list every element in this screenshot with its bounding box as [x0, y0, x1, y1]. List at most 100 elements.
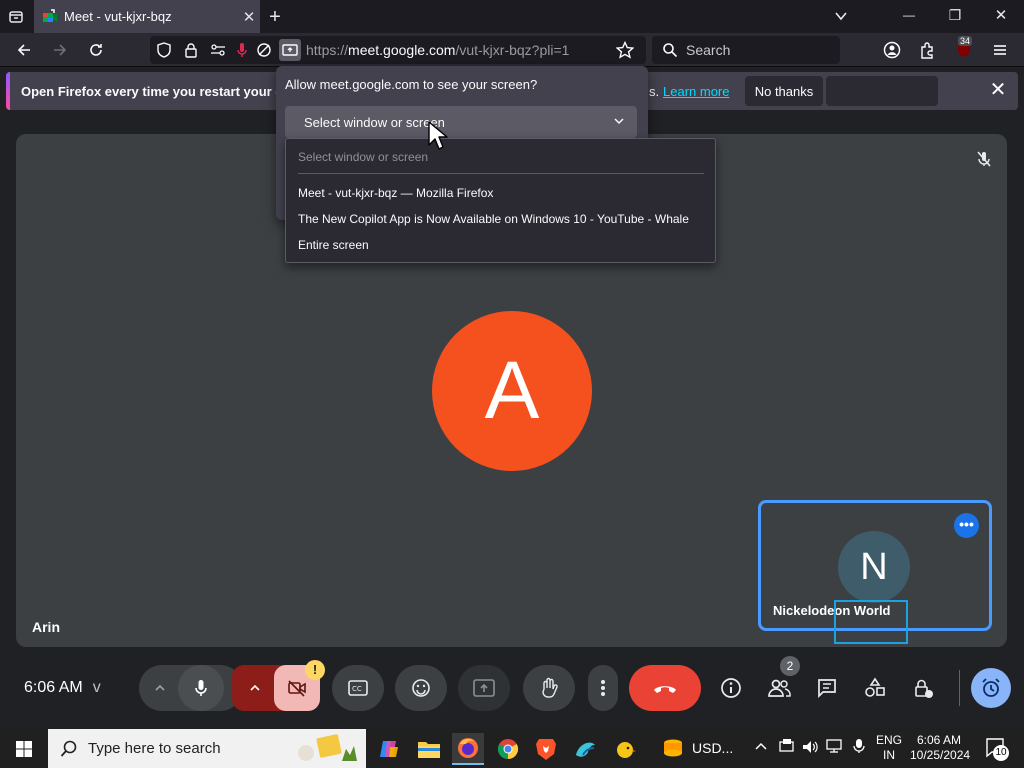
participant-avatar: A	[432, 311, 592, 471]
url-scheme: https://	[306, 42, 349, 58]
learn-more-link[interactable]: Learn more	[663, 84, 729, 99]
activities-icon[interactable]	[856, 665, 894, 711]
url-host: meet.google.com	[348, 42, 456, 58]
window-select-dropdown: Select window or screen Meet - vut-kjxr-…	[285, 138, 716, 263]
show-hidden-icons-chevron-icon[interactable]	[754, 740, 768, 754]
taskbar-date: 10/25/2024	[910, 748, 971, 762]
set-default-button[interactable]	[826, 76, 938, 106]
taskbar-search-icon	[60, 740, 78, 758]
more-options-button[interactable]	[588, 665, 618, 711]
lock-icon[interactable]	[183, 42, 199, 58]
windows-start-icon[interactable]	[8, 733, 40, 765]
tile-more-options-button[interactable]: •••	[954, 513, 979, 538]
new-tab-button[interactable]: +	[264, 5, 286, 29]
reactions-button[interactable]	[395, 665, 447, 711]
extension-badge: 34	[958, 36, 973, 46]
share-prompt-title: Allow meet.google.com to see your screen…	[285, 77, 538, 92]
permissions-icon[interactable]	[210, 42, 226, 58]
url-path: /vut-kjxr-bqz?pli=1	[455, 42, 570, 58]
search-bar[interactable]: Search	[652, 36, 840, 64]
menu-hamburger-icon[interactable]	[986, 36, 1014, 64]
search-highlight-illustration-icon	[296, 731, 360, 765]
url-bar[interactable]: https://meet.google.com/vut-kjxr-bqz?pli…	[150, 36, 646, 64]
tab-title: Meet - vut-kjxr-bqz	[64, 9, 172, 24]
close-window-button[interactable]: ✕	[990, 4, 1012, 26]
people-count-badge: 2	[780, 656, 800, 676]
account-icon[interactable]	[878, 36, 906, 64]
restore-button[interactable]: ❐	[944, 4, 966, 26]
extensions-puzzle-icon[interactable]	[914, 36, 942, 64]
self-avatar: N	[838, 531, 910, 603]
taskbar-clock[interactable]: 6:06 AM 10/25/2024	[910, 733, 971, 763]
chat-icon[interactable]	[808, 665, 846, 711]
mouse-cursor-icon	[428, 121, 448, 151]
notification-accent-stripe	[6, 72, 10, 110]
meet-favicon-icon	[42, 8, 58, 25]
microphone-button[interactable]	[178, 665, 224, 711]
timer-alarm-button[interactable]	[971, 668, 1011, 708]
video-options-chevron-icon[interactable]	[240, 665, 270, 711]
present-screen-button[interactable]	[458, 665, 510, 711]
forward-button[interactable]	[46, 36, 74, 64]
captions-button[interactable]: CC	[332, 665, 384, 711]
option-youtube-whale-window[interactable]: The New Copilot App is Now Available on …	[298, 212, 689, 226]
notification-count-badge: 10	[993, 745, 1009, 761]
tab-overview-icon[interactable]	[4, 5, 28, 29]
chick-app-icon[interactable]	[609, 733, 641, 765]
taskbar-search-box[interactable]: Type here to search	[48, 729, 366, 768]
notification-message: Open Firefox every time you restart your…	[21, 83, 303, 99]
camera-blocked-icon[interactable]	[256, 42, 272, 58]
language-region: IN	[883, 748, 895, 762]
list-all-tabs-chevron-icon[interactable]	[830, 5, 852, 27]
window-or-screen-select[interactable]: Select window or screen	[285, 106, 637, 138]
microphone-in-use-icon[interactable]	[852, 738, 866, 754]
option-entire-screen[interactable]: Entire screen	[298, 238, 369, 252]
select-chevron-down-icon	[613, 115, 625, 127]
onedrive-status-icon[interactable]	[778, 738, 796, 754]
raise-hand-button[interactable]	[523, 665, 575, 711]
language-code: ENG	[876, 733, 903, 747]
file-explorer-icon[interactable]	[413, 733, 445, 765]
screen-share-indicator-icon[interactable]	[279, 39, 301, 61]
no-thanks-button[interactable]: No thanks	[745, 76, 823, 106]
search-placeholder: Search	[686, 42, 731, 58]
dropdown-separator	[298, 173, 704, 174]
bookmark-star-icon[interactable]	[616, 41, 634, 59]
minimize-button[interactable]: —	[898, 4, 920, 26]
network-icon[interactable]	[826, 738, 844, 754]
notification-message-tail: s.	[649, 83, 660, 99]
host-controls-lock-icon[interactable]	[904, 665, 942, 711]
firefox-taskbar-icon[interactable]	[452, 733, 484, 765]
brave-icon[interactable]	[530, 733, 562, 765]
tab-meet[interactable]: Meet - vut-kjxr-bqz ✕	[34, 0, 260, 33]
participant-name: Arin	[32, 619, 60, 635]
controls-divider	[959, 670, 960, 706]
meeting-info-icon[interactable]	[712, 665, 750, 711]
leave-call-button[interactable]	[629, 665, 701, 711]
chrome-icon[interactable]	[492, 733, 524, 765]
meeting-code: v	[92, 679, 101, 696]
microphone-blocked-icon[interactable]	[234, 42, 250, 58]
taskbar-search-placeholder: Type here to search	[88, 740, 221, 757]
copilot-icon[interactable]	[373, 733, 405, 765]
back-button[interactable]	[10, 36, 38, 64]
volume-icon[interactable]	[802, 739, 820, 755]
close-tab-icon[interactable]: ✕	[238, 8, 260, 26]
highlight-box	[834, 600, 908, 644]
taskbar-time: 6:06 AM	[916, 733, 962, 747]
audio-options-chevron-icon[interactable]	[146, 674, 174, 702]
url-text[interactable]: https://meet.google.com/vut-kjxr-bqz?pli…	[306, 42, 569, 58]
muted-mic-icon	[974, 149, 994, 169]
usd-app-label[interactable]: USD...	[692, 740, 733, 756]
reload-button[interactable]	[82, 36, 110, 64]
select-label: Select window or screen	[304, 114, 445, 130]
option-meet-firefox-window[interactable]: Meet - vut-kjxr-bqz — Mozilla Firefox	[298, 186, 493, 200]
clock-time: 6:06 AM	[24, 679, 83, 696]
close-notification-icon[interactable]: ✕	[986, 78, 1010, 102]
usd-coins-icon[interactable]	[657, 733, 689, 765]
whale-browser-icon[interactable]	[569, 733, 601, 765]
search-icon	[662, 42, 678, 58]
tracking-protection-shield-icon[interactable]	[156, 42, 172, 58]
input-language-indicator[interactable]: ENG IN	[876, 733, 902, 763]
svg-text:CC: CC	[352, 685, 362, 693]
